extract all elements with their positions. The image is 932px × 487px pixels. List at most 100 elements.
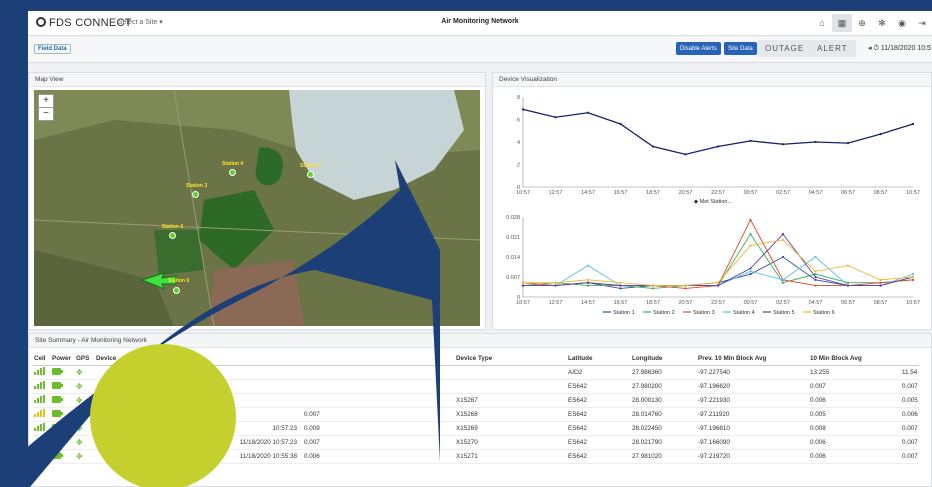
map-view[interactable]: + − Station 4 Station 5 Station 3 Statio… (34, 90, 480, 326)
station-marker[interactable] (192, 191, 199, 198)
data-point (911, 122, 915, 126)
table-row[interactable]: ✥ AIO2 27.986360 -97.227540 13.255 11.54 (33, 365, 919, 379)
y-tick-label: 0.028 (506, 215, 520, 221)
x-tick-label: 10:57 (516, 190, 530, 196)
globe-icon[interactable]: ⊕ (852, 14, 872, 32)
device-charts[interactable]: 8642010:57 12:57 14:57 16:57 18:57 20:57 22:57… (493, 87, 932, 330)
legend-item: Station 6 (813, 310, 835, 316)
legend-item: Station 4 (733, 310, 755, 316)
user-icon[interactable]: ◉ (892, 14, 912, 32)
y-tick-label: 0.021 (506, 235, 520, 241)
device-type: ES642 (568, 396, 587, 404)
device-type: ES642 (568, 452, 587, 460)
x-tick-label: 02:57 (776, 300, 790, 306)
data-point (749, 233, 752, 236)
data-point (749, 267, 752, 270)
x-tick-label: 12:57 (549, 300, 563, 306)
disable-alerts-button[interactable]: Disable Alerts (676, 42, 721, 55)
station-marker[interactable] (173, 287, 180, 294)
data-point (814, 284, 817, 287)
col-header[interactable]: Device Type (455, 352, 567, 365)
zoom-in-button[interactable]: + (39, 95, 53, 108)
data-point (684, 284, 687, 287)
timestamp[interactable]: ◂ ⏱ 11/18/2020 10:57:23 (868, 44, 932, 53)
col-header[interactable]: Latitude (567, 352, 631, 365)
visualization-panel-title: Device Visualization (493, 73, 931, 87)
data-point (651, 145, 655, 148)
data-point (814, 278, 817, 281)
gear-icon[interactable]: ✻ (872, 14, 892, 32)
page-title: Air Monitoring Network (441, 18, 519, 25)
y-tick-label: 4 (517, 140, 520, 146)
battery-icon (51, 393, 75, 407)
last-update: 11/18/2020 10:57:23 (239, 438, 297, 446)
data-point (814, 140, 817, 144)
data-point (749, 139, 752, 142)
station-marker[interactable] (307, 171, 314, 178)
col-header[interactable]: Longitude (631, 352, 697, 365)
col-header[interactable] (303, 352, 455, 365)
x-tick-label: 22:57 (711, 300, 725, 306)
x-tick-label: 14:57 (581, 300, 595, 306)
y-tick-label: 0.007 (506, 275, 520, 281)
site-data-button[interactable]: Site Data (724, 42, 757, 55)
device-id (455, 365, 567, 379)
y-tick-label: 8 (517, 95, 520, 101)
table-row[interactable]: ✥ 11/18/2020 10:55:38 0.006 X15271 ES642 27.9… (33, 449, 919, 463)
latitude: 28.000130 (632, 396, 662, 404)
data-point (781, 238, 785, 241)
col-header[interactable]: GPS (75, 352, 95, 365)
cell-signal-icon (33, 421, 51, 435)
col-header[interactable]: Device (95, 352, 231, 365)
grid-icon[interactable]: ▦ (832, 14, 852, 32)
block-avg: 0.007 (902, 382, 918, 390)
zoom-out-button[interactable]: − (39, 108, 53, 120)
home-icon[interactable]: ⌂ (812, 14, 832, 32)
x-tick-label: 06:57 (841, 300, 855, 306)
gps-icon: ✥ (76, 367, 83, 377)
alert-button[interactable]: ALERT (809, 40, 856, 57)
last-update (231, 365, 303, 379)
battery-icon (51, 365, 75, 379)
battery-icon (51, 407, 75, 421)
table-row[interactable]: ✥ 0.007 X15268 ES642 28.014760 -97.211920 0.00… (33, 407, 919, 421)
met-legend: ◆ Met Station... (694, 199, 733, 205)
data-point (586, 111, 590, 114)
x-tick-label: 08:57 (874, 190, 888, 196)
logout-icon[interactable]: ⇥ (912, 14, 932, 32)
col-header[interactable]: Cell (33, 352, 51, 365)
x-tick-label: 02:57 (776, 190, 790, 196)
series-line (523, 233, 914, 287)
longitude: -97.227540 (698, 368, 730, 376)
series-line (522, 218, 914, 289)
x-tick-label: 14:57 (581, 190, 595, 196)
data-point (781, 255, 785, 259)
table-row[interactable]: ✥ X15267 ES642 28.000130 -97.221930 0.006 0.00… (33, 393, 919, 407)
data-point (846, 142, 850, 145)
station-marker[interactable] (169, 232, 176, 239)
last-update: 10:57:23 (272, 424, 297, 432)
data-point (781, 233, 785, 236)
col-header[interactable]: Prev. 10 Min Block Avg (697, 352, 809, 365)
data-point (879, 133, 882, 136)
outage-button[interactable]: OUTAGE (757, 40, 813, 57)
block-avg: 11.54 (902, 368, 918, 376)
device-name (95, 449, 231, 463)
station-label: Station 5 (300, 163, 322, 169)
latitude: 27.981020 (632, 452, 662, 460)
gps-icon: ✥ (76, 451, 83, 461)
station-marker[interactable] (229, 169, 236, 176)
table-row[interactable]: ✥ 11/18/2020 10:57:23 0.007 X15270 ES642 28.0… (33, 435, 919, 449)
x-tick-label: 10:57 (906, 190, 920, 196)
cell-signal-icon (33, 407, 51, 421)
col-header[interactable]: Power (51, 352, 75, 365)
gps-icon: ✥ (76, 423, 83, 433)
table-row[interactable]: ✥ 10:57:23 0.009 X15269 ES642 28.022450 -97.19… (33, 421, 919, 435)
x-tick-label: 10:57 (906, 300, 920, 306)
col-header[interactable] (231, 352, 303, 365)
x-tick-label: 12:57 (549, 190, 563, 196)
last-update (231, 379, 303, 393)
col-header[interactable]: 10 Min Block Avg (809, 352, 901, 365)
longitude: -97.219720 (698, 452, 730, 460)
table-row[interactable]: ✥ ES642 27.980200 -97.196620 0.007 0.007 (33, 379, 919, 393)
